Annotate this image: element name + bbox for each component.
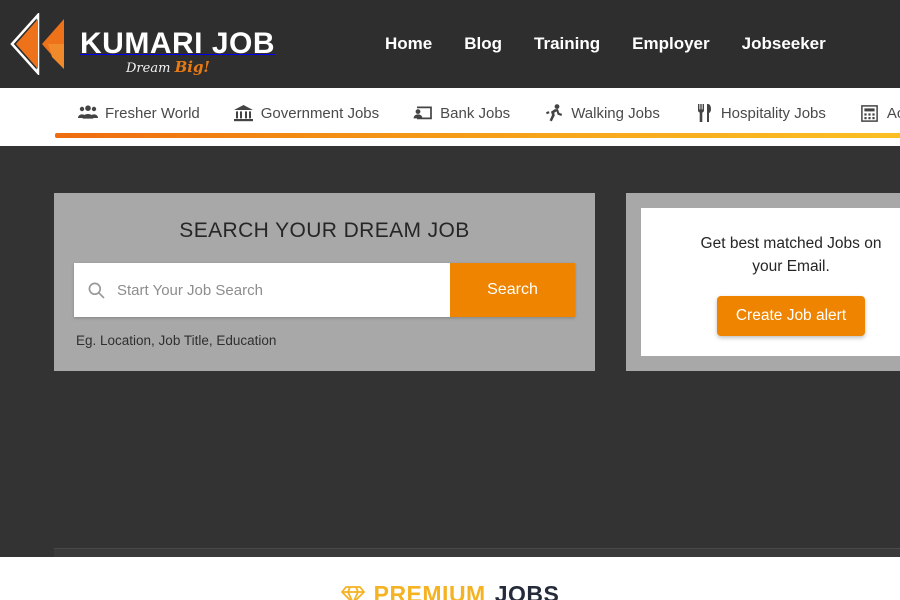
sub-nav-item-hospitality-jobs[interactable]: Hospitality Jobs <box>694 104 826 122</box>
sub-nav-item-accounting-jobs[interactable]: Acc <box>860 104 900 122</box>
search-heading: SEARCH YOUR DREAM JOB <box>179 219 470 242</box>
main-navigation: Home Blog Training Employer Jobseeker <box>385 34 826 54</box>
bank-building-icon <box>234 104 254 122</box>
sub-nav-label: Hospitality Jobs <box>720 104 826 122</box>
nav-item-training[interactable]: Training <box>534 34 600 54</box>
sub-nav-item-government-jobs[interactable]: Government Jobs <box>234 104 379 122</box>
tagline-dream: Dream <box>126 61 171 76</box>
sub-nav-label: Government Jobs <box>260 104 380 122</box>
nav-item-blog[interactable]: Blog <box>464 34 502 54</box>
calculator-icon <box>860 104 880 122</box>
accent-underline-bar <box>55 133 900 138</box>
nav-item-home[interactable]: Home <box>385 34 432 54</box>
brand-logo-link[interactable]: KUMARI JOB Dream Big! <box>8 0 275 88</box>
premium-jobs-heading: PREMIUM JOBS <box>340 581 560 600</box>
kg-arrow-logo-icon <box>8 11 74 77</box>
brand-tagline: Dream Big! <box>126 58 210 76</box>
premium-word: PREMIUM <box>373 581 486 600</box>
search-input[interactable] <box>117 281 450 299</box>
running-person-icon <box>544 104 564 122</box>
top-header: KUMARI JOB Dream Big! Home Blog Training… <box>0 0 900 88</box>
premium-jobs-section: PREMIUM JOBS <box>0 557 900 600</box>
nav-item-employer[interactable]: Employer <box>632 34 709 54</box>
sub-navigation-bar: Fresher World Government Jobs Bank Jobs … <box>0 88 900 146</box>
sub-nav-label: Bank Jobs <box>440 104 511 122</box>
search-field[interactable] <box>74 263 450 317</box>
page-root: KUMARI JOB Dream Big! Home Blog Training… <box>0 0 900 600</box>
sub-nav-item-bank-jobs[interactable]: Bank Jobs <box>413 104 510 122</box>
search-icon <box>88 282 105 299</box>
search-button[interactable]: Search <box>450 263 575 317</box>
tagline-big: Big! <box>174 58 211 76</box>
job-category-strip: School/College 17 Sales 11 <box>54 548 900 557</box>
hero-section: SEARCH YOUR DREAM JOB Search Eg. Locatio… <box>0 146 900 557</box>
create-job-alert-button[interactable]: Create Job alert <box>716 296 866 336</box>
brand-title: KUMARI JOB <box>80 27 276 60</box>
diamond-icon <box>340 585 365 600</box>
sub-nav-item-fresher-world[interactable]: Fresher World <box>78 104 200 122</box>
search-row: Search <box>74 263 575 317</box>
sub-navigation: Fresher World Government Jobs Bank Jobs … <box>0 88 900 138</box>
nav-item-jobseeker[interactable]: Jobseeker <box>742 34 826 54</box>
job-alert-card: Get best matched Jobs on your Email. Cre… <box>641 208 900 356</box>
search-hint: Eg. Location, Job Title, Education <box>76 333 277 348</box>
sub-nav-item-walking-jobs[interactable]: Walking Jobs <box>544 104 660 122</box>
sub-nav-label: Acc <box>886 104 900 122</box>
sub-nav-label: Walking Jobs <box>571 104 660 122</box>
job-alert-panel: Get best matched Jobs on your Email. Cre… <box>626 193 900 371</box>
jobs-word: JOBS <box>494 581 560 600</box>
job-search-panel: SEARCH YOUR DREAM JOB Search Eg. Locatio… <box>54 193 595 371</box>
sub-nav-label: Fresher World <box>105 104 200 122</box>
id-card-person-icon <box>413 104 433 122</box>
fork-knife-icon <box>694 104 714 122</box>
job-alert-text: Get best matched Jobs on your Email. <box>700 235 882 275</box>
brand-text: KUMARI JOB Dream Big! <box>80 27 276 77</box>
users-group-icon <box>78 104 98 122</box>
